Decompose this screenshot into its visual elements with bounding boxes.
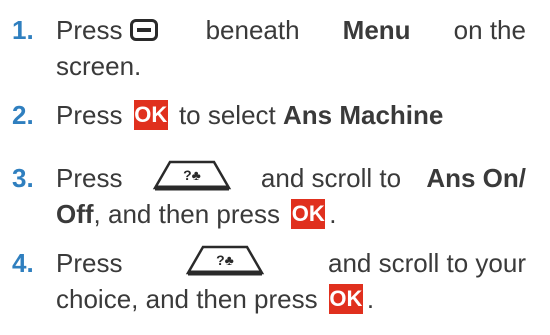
navigation-key-glyph: ?♣ bbox=[216, 252, 234, 268]
step-word-on-the: on the bbox=[453, 15, 526, 45]
off-label: Off bbox=[56, 199, 94, 229]
step-word-scroll: and scroll to your bbox=[328, 248, 526, 278]
step-text: Press ?♣ and scroll to your choice, and … bbox=[56, 245, 526, 317]
step-word-then-press: , and then press bbox=[93, 199, 281, 229]
step-number: 3. bbox=[12, 163, 34, 193]
soft-key-icon bbox=[130, 19, 159, 42]
step-text: Press beneath Menu on the screen. bbox=[56, 12, 526, 84]
step-word-scroll: and scroll to bbox=[260, 163, 402, 193]
step-word-press: Press bbox=[56, 15, 123, 45]
step-period: . bbox=[366, 284, 375, 314]
ok-button-icon: OK bbox=[328, 284, 363, 315]
ans-on-label: Ans On/ bbox=[426, 163, 526, 193]
navigation-key-icon: ?♣ bbox=[186, 245, 265, 276]
menu-label: Menu bbox=[342, 15, 411, 45]
ok-button-icon: OK bbox=[291, 199, 326, 230]
step-1: 1. Press beneath Menu on the screen. bbox=[0, 12, 526, 84]
step-word-press: Press bbox=[56, 248, 123, 278]
step-word-choice: choice, and then press bbox=[56, 284, 318, 314]
step-4: 4. Press ?♣ and scroll to your choice, a… bbox=[0, 245, 526, 317]
step-3: 3. Press ?♣ and scroll to Ans On/ Off, a… bbox=[0, 160, 526, 232]
ans-machine-label: Ans Machine bbox=[283, 100, 444, 130]
navigation-key-glyph: ?♣ bbox=[183, 167, 201, 183]
step-2: 2. Press OK to select Ans Machine bbox=[0, 97, 526, 133]
ok-button-icon: OK bbox=[133, 100, 168, 131]
navigation-key-icon: ?♣ bbox=[152, 160, 231, 191]
step-word-beneath: beneath bbox=[205, 15, 300, 45]
step-text: Press ?♣ and scroll to Ans On/ Off, and … bbox=[56, 160, 526, 232]
step-period: . bbox=[329, 199, 337, 229]
step-word-press: Press bbox=[56, 163, 123, 193]
step-word-press: Press bbox=[56, 100, 123, 130]
step-number: 1. bbox=[12, 15, 34, 45]
step-number: 2. bbox=[12, 100, 34, 130]
step-text: Press OK to select Ans Machine bbox=[56, 97, 526, 133]
step-number: 4. bbox=[12, 248, 34, 278]
step-word-screen: screen. bbox=[56, 51, 142, 81]
step-word-to-select: to select bbox=[178, 100, 276, 130]
instruction-steps: 1. Press beneath Menu on the screen. 2. … bbox=[0, 0, 550, 335]
